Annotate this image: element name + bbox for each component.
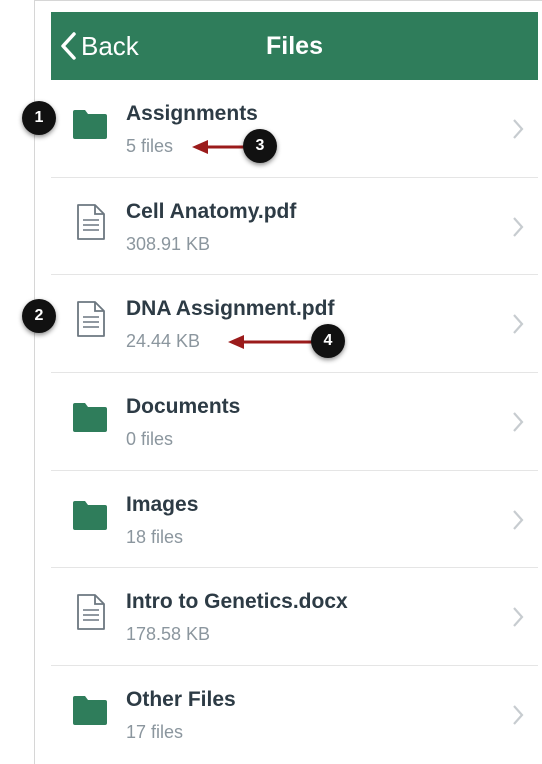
chevron-right-icon <box>513 607 524 628</box>
folder-icon <box>73 110 107 139</box>
item-meta: 308.91 KB <box>126 233 211 254</box>
item-meta: 17 files <box>126 722 184 743</box>
folder-icon <box>73 696 107 726</box>
chevron-right-icon <box>513 216 524 237</box>
callout-1: 1 <box>22 101 56 135</box>
list-item-assignments[interactable]: Assignments 5 files <box>51 80 538 178</box>
item-name: Intro to Genetics.docx <box>126 590 348 614</box>
document-icon <box>77 301 105 338</box>
item-name: DNA Assignment.pdf <box>126 297 335 321</box>
item-name: Other Files <box>126 688 236 712</box>
item-meta: 24.44 KB <box>126 331 201 352</box>
list-item-dna-assignment[interactable]: DNA Assignment.pdf 24.44 KB <box>51 275 538 374</box>
item-name: Images <box>126 492 199 516</box>
chevron-left-icon <box>61 32 76 60</box>
folder-icon <box>73 403 107 433</box>
callout-3: 3 <box>243 129 277 163</box>
back-label: Back <box>81 30 139 61</box>
list-item-documents[interactable]: Documents 0 files <box>51 373 538 471</box>
annotation-arrow <box>228 335 314 349</box>
item-meta: 5 files <box>126 136 174 156</box>
list-item-cell-anatomy[interactable]: Cell Anatomy.pdf 308.91 KB <box>51 178 538 276</box>
callout-4: 4 <box>311 324 345 358</box>
document-icon <box>77 203 105 240</box>
annotation-arrow <box>192 140 248 154</box>
callout-2: 2 <box>22 299 56 333</box>
item-name: Documents <box>126 395 241 419</box>
nav-bar: Back Files <box>51 12 538 80</box>
list-item-other-files[interactable]: Other Files 17 files <box>51 666 538 764</box>
list-item-intro-to-genetics[interactable]: Intro to Genetics.docx 178.58 KB <box>51 568 538 667</box>
item-name: Cell Anatomy.pdf <box>126 199 297 223</box>
chevron-right-icon <box>513 705 524 725</box>
item-meta: 0 files <box>126 429 174 450</box>
chevron-right-icon <box>513 119 524 139</box>
chevron-right-icon <box>513 510 524 530</box>
list-item-images[interactable]: Images 18 files <box>51 471 538 569</box>
item-name: Assignments <box>126 102 258 125</box>
item-meta: 18 files <box>126 526 184 547</box>
item-meta: 178.58 KB <box>126 624 211 645</box>
back-button[interactable]: Back <box>59 12 139 80</box>
chevron-right-icon <box>513 314 524 335</box>
chevron-right-icon <box>513 412 524 432</box>
document-icon <box>77 594 105 631</box>
files-list: Assignments 5 files Cell Anatomy.pdf 308… <box>51 80 538 764</box>
folder-icon <box>73 500 107 530</box>
